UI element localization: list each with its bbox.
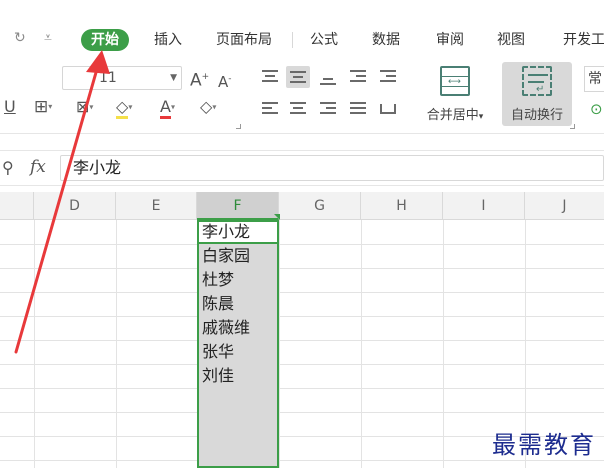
tab-page-layout[interactable]: 页面布局 bbox=[216, 29, 272, 51]
formula-bar: ⚲ fx 李小龙 bbox=[0, 150, 604, 186]
tab-data[interactable]: 数据 bbox=[372, 29, 400, 51]
tab-developer[interactable]: 开发工 bbox=[563, 29, 604, 51]
tab-separator bbox=[292, 32, 293, 48]
wrap-text-icon: ↵ bbox=[522, 66, 552, 96]
align-right-icon[interactable] bbox=[316, 98, 340, 120]
currency-icon[interactable]: ⊙ bbox=[590, 100, 603, 118]
number-format-value: 常 bbox=[588, 71, 602, 87]
grid-line bbox=[0, 388, 604, 389]
tab-home[interactable]: 开始 bbox=[81, 29, 129, 51]
wrap-text-label: 自动换行 bbox=[510, 108, 563, 123]
column-header-j[interactable]: J bbox=[525, 192, 604, 220]
tab-review[interactable]: 审阅 bbox=[436, 29, 464, 51]
grid-line bbox=[34, 220, 35, 468]
clear-format-icon[interactable]: ◇▾ bbox=[200, 98, 216, 117]
merge-center-label: 合并居中 bbox=[426, 108, 479, 123]
shrink-font-icon[interactable]: A- bbox=[218, 70, 232, 91]
align-left-icon[interactable] bbox=[258, 98, 282, 120]
merge-cells-icon: ⟷ bbox=[440, 66, 470, 96]
align-middle-icon[interactable] bbox=[286, 66, 310, 88]
grid-line bbox=[0, 268, 604, 269]
cell-f-value[interactable]: 杜梦 bbox=[202, 268, 234, 292]
grid-line bbox=[0, 316, 604, 317]
grid-line bbox=[0, 364, 604, 365]
increase-indent-icon[interactable] bbox=[376, 66, 400, 88]
grid-line bbox=[0, 340, 604, 341]
font-dialog-launcher-icon[interactable] bbox=[236, 124, 241, 129]
align-center-icon[interactable] bbox=[286, 98, 310, 120]
grid-line bbox=[116, 220, 117, 468]
cell-f-value[interactable]: 张华 bbox=[202, 340, 234, 364]
grid-line bbox=[361, 220, 362, 468]
grid-line bbox=[279, 220, 280, 468]
font-color-icon[interactable]: A▾ bbox=[160, 97, 175, 119]
font-size-select[interactable]: 11 ▼ bbox=[62, 66, 182, 90]
font-size-value: 11 bbox=[99, 70, 117, 86]
customize-quick-access-icon[interactable]: ⩡ bbox=[44, 30, 52, 46]
tab-formulas[interactable]: 公式 bbox=[310, 29, 338, 51]
column-header-i[interactable]: I bbox=[443, 192, 525, 220]
fill-handle[interactable] bbox=[274, 214, 280, 220]
grid-line bbox=[0, 292, 604, 293]
border-icon[interactable]: ⊞▾ bbox=[34, 98, 52, 116]
column-header-e[interactable]: E bbox=[116, 192, 197, 220]
column-header-f[interactable]: F bbox=[197, 192, 279, 220]
column-header-d[interactable]: D bbox=[34, 192, 116, 220]
row-header-corner[interactable] bbox=[0, 192, 34, 220]
tab-insert[interactable]: 插入 bbox=[154, 29, 182, 51]
grid-line bbox=[0, 244, 604, 245]
align-top-icon[interactable] bbox=[258, 66, 282, 88]
underline-icon[interactable]: U bbox=[4, 98, 16, 116]
column-header-g[interactable]: G bbox=[279, 192, 361, 220]
decrease-indent-icon[interactable] bbox=[346, 66, 370, 88]
formula-input[interactable]: 李小龙 bbox=[60, 155, 604, 181]
cell-f-value[interactable]: 白家园 bbox=[202, 244, 250, 268]
grow-font-icon[interactable]: A+ bbox=[190, 68, 209, 90]
zoom-search-icon[interactable]: ⚲ bbox=[2, 158, 14, 177]
insert-function-icon[interactable]: fx bbox=[30, 157, 46, 177]
number-format-select[interactable]: 常 bbox=[584, 66, 604, 92]
redo-icon[interactable]: ↻ bbox=[14, 30, 26, 46]
ribbon: 11 ▼ A+ A- U ⊞▾ ⊠▾ ◇▾ A▾ ◇▾ ⟷ 合并居中▾ ↵ 自动… bbox=[0, 54, 604, 134]
alignment-dialog-launcher-icon[interactable] bbox=[570, 124, 575, 129]
cell-f-value[interactable]: 刘佳 bbox=[202, 364, 234, 388]
justify-icon[interactable] bbox=[346, 98, 370, 120]
tab-view[interactable]: 视图 bbox=[497, 29, 525, 51]
grid-line bbox=[0, 412, 604, 413]
cell-f-value[interactable]: 戚薇维 bbox=[202, 316, 250, 340]
merge-center-button[interactable]: ⟷ 合并居中▾ bbox=[420, 62, 490, 126]
fill-pattern-icon[interactable]: ⊠▾ bbox=[76, 98, 93, 117]
grid-line bbox=[443, 220, 444, 468]
cell-f-value[interactable]: 李小龙 bbox=[202, 220, 250, 244]
chevron-down-icon[interactable]: ▼ bbox=[170, 67, 177, 89]
distributed-align-icon[interactable] bbox=[376, 98, 400, 120]
chevron-down-icon: ▾ bbox=[478, 112, 484, 122]
align-bottom-icon[interactable] bbox=[316, 66, 340, 88]
watermark: 最需教育 bbox=[492, 431, 596, 459]
column-header-h[interactable]: H bbox=[361, 192, 443, 220]
grid-line bbox=[0, 460, 604, 461]
menu-tab-bar: ↻ ⩡ 开始 插入 页面布局 公式 数据 审阅 视图 开发工 bbox=[0, 22, 604, 54]
wrap-text-button[interactable]: ↵ 自动换行 bbox=[502, 62, 572, 126]
fill-color-icon[interactable]: ◇▾ bbox=[116, 97, 132, 119]
cell-f-value[interactable]: 陈晨 bbox=[202, 292, 234, 316]
